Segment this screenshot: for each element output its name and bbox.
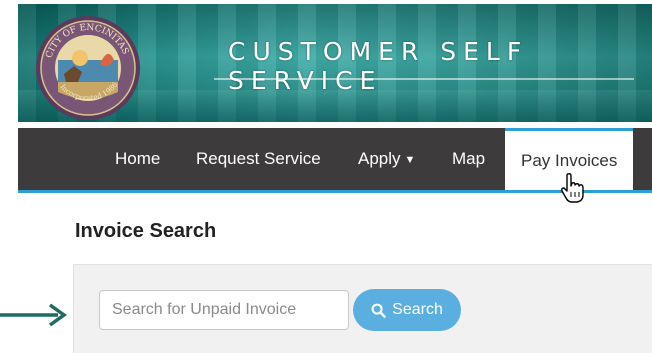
nav-item-request-service[interactable]: Request Service bbox=[196, 128, 321, 190]
arrow-right-icon bbox=[0, 303, 68, 327]
search-icon bbox=[371, 303, 386, 318]
nav-item-label: Apply bbox=[358, 149, 401, 168]
invoice-search-input[interactable] bbox=[99, 290, 349, 330]
main-nav: Home Request Service Apply ▼ Map Pay Invo… bbox=[18, 128, 652, 193]
nav-item-label: Home bbox=[115, 149, 161, 168]
search-button[interactable]: Search bbox=[353, 289, 461, 331]
nav-item-label: Request Service bbox=[196, 149, 321, 168]
nav-item-label: Map bbox=[452, 149, 486, 168]
header-banner: CITY OF ENCINITAS Incorporated 1986 CUST… bbox=[18, 4, 652, 122]
nav-item-map[interactable]: Map bbox=[452, 128, 485, 190]
hand-pointer-cursor-icon bbox=[561, 173, 584, 203]
nav-item-home[interactable]: Home bbox=[115, 128, 160, 190]
search-button-label: Search bbox=[392, 301, 443, 318]
page-title: Invoice Search bbox=[75, 220, 217, 242]
banner-rule bbox=[214, 78, 634, 80]
nav-item-label: Pay Invoices bbox=[521, 151, 618, 170]
nav-item-apply[interactable]: Apply ▼ bbox=[358, 128, 415, 190]
city-seal-logo[interactable]: CITY OF ENCINITAS Incorporated 1986 bbox=[34, 14, 142, 122]
banner-title: CUSTOMER SELF SERVICE bbox=[228, 37, 529, 95]
caret-down-icon: ▼ bbox=[404, 154, 416, 166]
